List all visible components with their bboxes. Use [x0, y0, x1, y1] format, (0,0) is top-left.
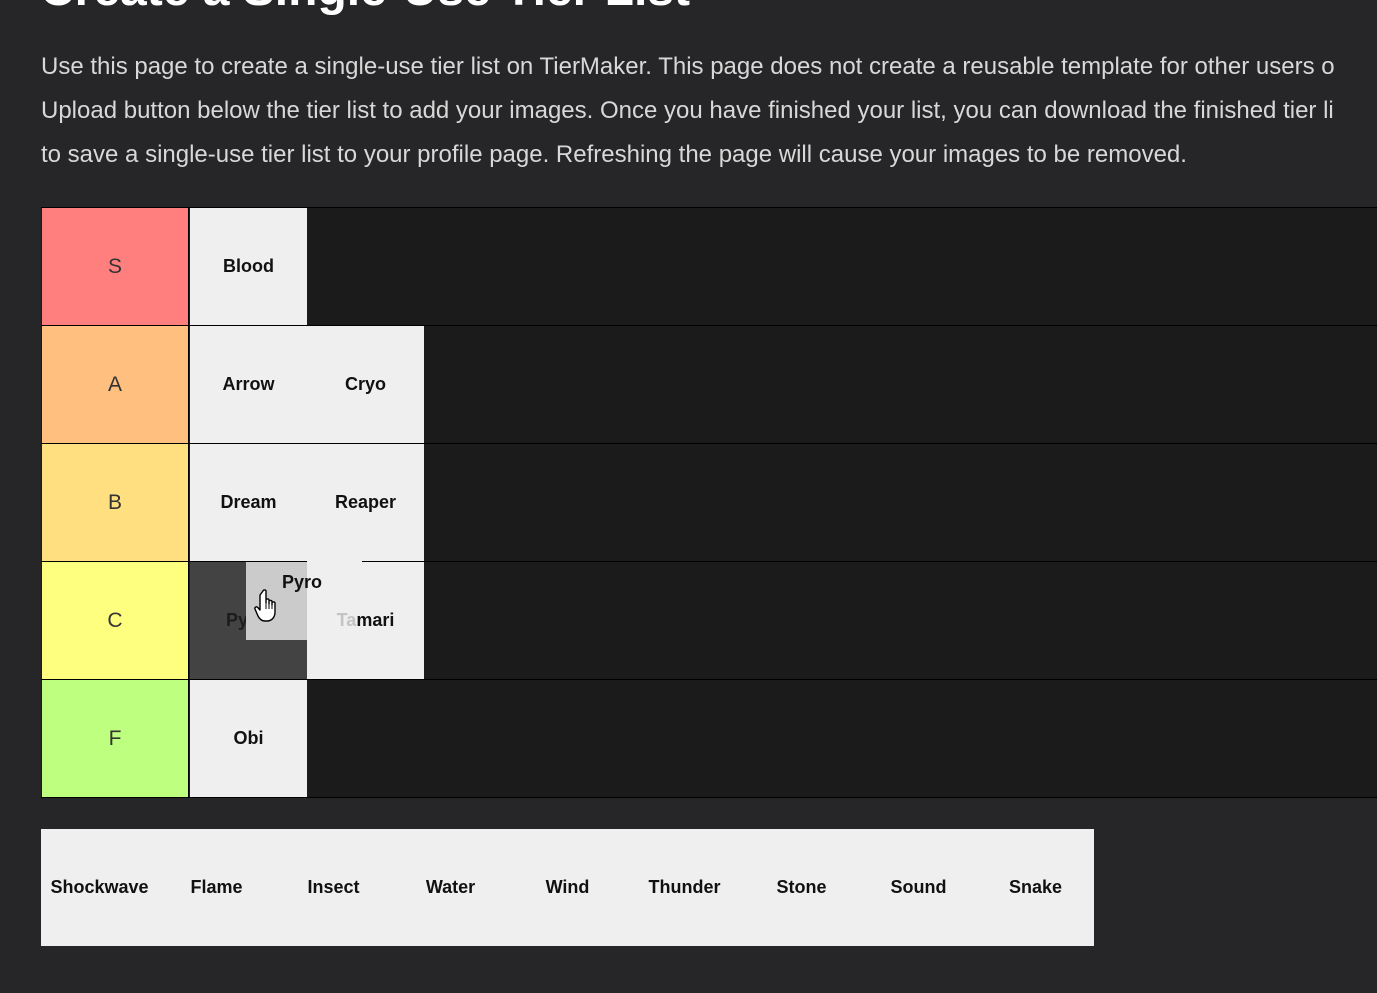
tier-row-c: C Py Ta mari [41, 562, 1377, 680]
tier-item[interactable]: Dream [190, 444, 307, 561]
tier-label-c[interactable]: C [42, 562, 189, 679]
tier-item[interactable]: Arrow [190, 326, 307, 443]
tier-row-b: B Dream Reaper [41, 444, 1377, 562]
unranked-items-bank[interactable]: Shockwave Flame Insect Water Wind Thunde… [41, 829, 1094, 946]
bank-item[interactable]: Wind [509, 829, 626, 946]
bank-item[interactable]: Shockwave [41, 829, 158, 946]
tier-item[interactable]: Reaper [307, 444, 424, 561]
tier-label-a[interactable]: A [42, 326, 189, 443]
tier-item-text: mari [356, 610, 395, 630]
tier-item-text-faded: Ta [336, 610, 357, 630]
page-title: Create a Single-Use Tier List [40, 0, 690, 14]
tier-row-f: F Obi [41, 680, 1377, 798]
tier-items-f[interactable]: Obi [190, 680, 307, 797]
tier-items-b[interactable]: Dream Reaper [190, 444, 424, 561]
tier-item-overflow [307, 559, 362, 564]
tier-list: S Blood A Arrow Cryo B Dream Reaper C Py [41, 207, 1377, 798]
tier-row-a: A Arrow Cryo [41, 326, 1377, 444]
bank-item[interactable]: Flame [158, 829, 275, 946]
bank-item[interactable]: Thunder [626, 829, 743, 946]
bank-item[interactable]: Snake [977, 829, 1094, 946]
tier-item[interactable]: Blood [190, 208, 307, 325]
tier-label-s[interactable]: S [42, 208, 189, 325]
tier-items-a[interactable]: Arrow Cryo [190, 326, 424, 443]
intro-text: Use this page to create a single-use tie… [41, 45, 1377, 177]
bank-item[interactable]: Water [392, 829, 509, 946]
tier-items-s[interactable]: Blood [190, 208, 307, 325]
tier-row-s: S Blood [41, 208, 1377, 326]
page: Create a Single-Use Tier List Use this p… [0, 0, 1377, 993]
tier-label-f[interactable]: F [42, 680, 189, 797]
intro-line: Upload button below the tier list to add… [41, 97, 1334, 124]
intro-line: to save a single-use tier list to your p… [41, 141, 1187, 168]
tier-item[interactable]: Obi [190, 680, 307, 797]
tier-label-b[interactable]: B [42, 444, 189, 561]
bank-item[interactable]: Sound [860, 829, 977, 946]
hand-pointer-icon [254, 589, 276, 622]
tier-item-tamari[interactable]: Ta mari [307, 562, 424, 679]
intro-line: Use this page to create a single-use tie… [41, 53, 1335, 80]
dragged-item-label: Pyro [282, 572, 323, 592]
tier-item[interactable]: Cryo [307, 326, 424, 443]
bank-item[interactable]: Stone [743, 829, 860, 946]
bank-item[interactable]: Insect [275, 829, 392, 946]
